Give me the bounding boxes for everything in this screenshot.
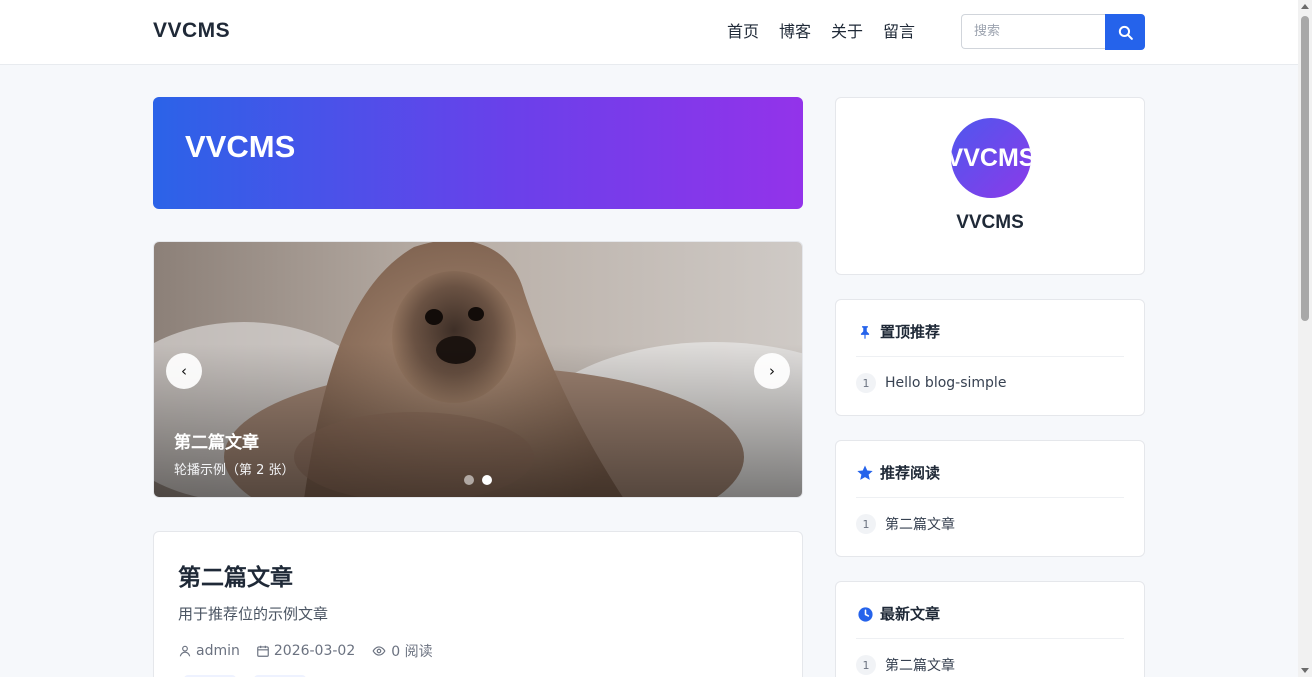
widget-title: 推荐阅读	[880, 464, 941, 482]
main-nav: 首页 博客 关于 留言	[727, 22, 915, 42]
hero-banner: VVCMS	[153, 97, 803, 209]
slide-title[interactable]: 第二篇文章	[174, 428, 259, 453]
nav-guestbook[interactable]: 留言	[883, 22, 915, 42]
post-author-name: admin	[196, 643, 240, 659]
post-date: 2026-03-02	[256, 643, 355, 659]
post-date-text: 2026-03-02	[273, 643, 356, 659]
widget-header: 置顶推荐	[856, 321, 1124, 357]
post-author: admin	[178, 643, 240, 659]
recommended-widget: 推荐阅读 1 第二篇文章	[835, 440, 1145, 557]
pin-icon	[856, 321, 874, 343]
site-brand[interactable]: VVCMS	[153, 19, 230, 43]
nav-home[interactable]: 首页	[727, 22, 759, 42]
search-icon	[1118, 25, 1133, 40]
carousel-next-button[interactable]: ›	[754, 353, 790, 389]
nav-blog[interactable]: 博客	[779, 22, 811, 42]
avatar-text: VVCMS	[951, 143, 1031, 172]
scroll-up-arrow[interactable]	[1301, 4, 1309, 9]
scrollbar-thumb[interactable]	[1301, 16, 1309, 321]
slide-subtitle: 轮播示例（第 2 张）	[174, 463, 295, 478]
carousel-dot-1[interactable]	[464, 475, 474, 485]
avatar: VVCMS	[951, 118, 1031, 198]
carousel-dot-2[interactable]	[482, 475, 492, 485]
page-scrollbar[interactable]	[1298, 0, 1312, 677]
post-card: 第二篇文章 用于推荐位的示例文章 admin 2026-03-02 0 阅读	[153, 531, 803, 677]
post-meta: admin 2026-03-02 0 阅读	[178, 641, 433, 661]
search-button[interactable]	[1105, 14, 1145, 50]
post-title[interactable]: 第二篇文章	[178, 558, 293, 592]
post-views-text: 0 阅读	[391, 644, 433, 660]
calendar-icon	[257, 645, 269, 657]
scroll-down-arrow[interactable]	[1301, 668, 1309, 673]
widget-header: 推荐阅读	[856, 462, 1124, 498]
latest-widget: 最新文章 1 第二篇文章	[835, 581, 1145, 677]
nav-about[interactable]: 关于	[831, 22, 863, 42]
profile-card: VVCMS VVCMS	[835, 97, 1145, 275]
star-icon	[856, 462, 874, 484]
widget-title: 置顶推荐	[880, 323, 941, 341]
clock-icon	[856, 603, 874, 625]
search-input[interactable]	[961, 14, 1105, 49]
post-views: 0 阅读	[371, 641, 433, 661]
list-item[interactable]: 1 Hello blog-simple	[856, 373, 1006, 393]
widget-title: 最新文章	[880, 605, 941, 623]
search-form	[961, 14, 1145, 50]
user-icon	[179, 645, 191, 657]
widget-header: 最新文章	[856, 603, 1124, 639]
carousel-prev-button[interactable]: ‹	[166, 353, 202, 389]
item-number: 1	[856, 655, 876, 675]
list-item[interactable]: 1 第二篇文章	[856, 655, 955, 675]
carousel-indicators	[464, 475, 492, 485]
item-number: 1	[856, 514, 876, 534]
list-item[interactable]: 1 第二篇文章	[856, 514, 955, 534]
carousel: 第二篇文章 轮播示例（第 2 张） ‹ ›	[153, 241, 803, 498]
eye-icon	[372, 646, 386, 656]
profile-name: VVCMS	[956, 212, 1024, 233]
hero-title: VVCMS	[185, 129, 296, 164]
pinned-widget: 置顶推荐 1 Hello blog-simple	[835, 299, 1145, 416]
top-navbar: VVCMS 首页 博客 关于 留言	[0, 0, 1298, 65]
item-link[interactable]: Hello blog-simple	[885, 375, 1006, 391]
item-link[interactable]: 第二篇文章	[885, 655, 955, 675]
post-excerpt: 用于推荐位的示例文章	[178, 605, 329, 623]
item-link[interactable]: 第二篇文章	[885, 514, 955, 534]
item-number: 1	[856, 373, 876, 393]
